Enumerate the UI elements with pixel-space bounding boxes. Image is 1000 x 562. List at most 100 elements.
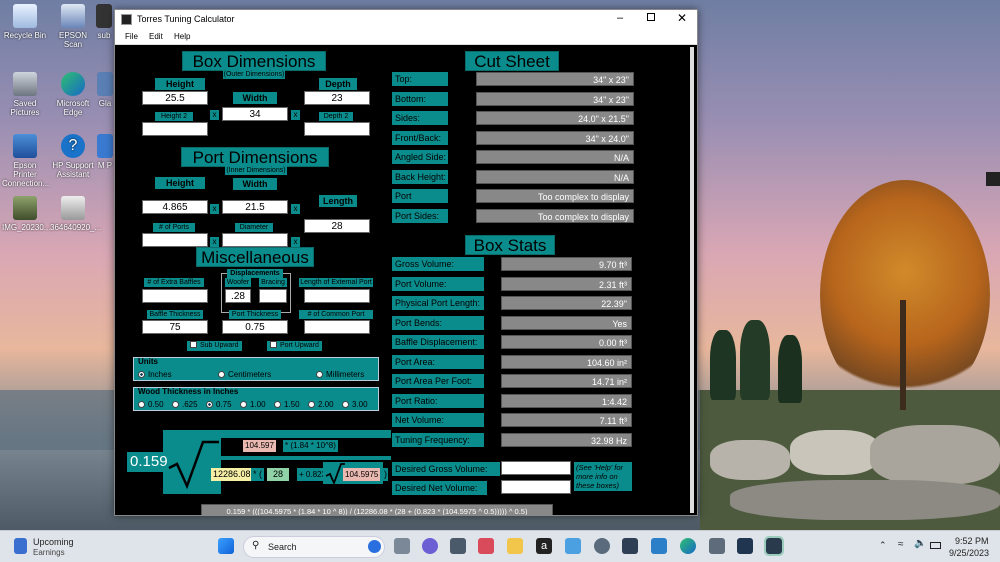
wifi-icon[interactable]: ≈	[898, 539, 904, 550]
desktop-icon-recycle-bin[interactable]: Recycle Bin	[2, 4, 48, 40]
menu-bar: File Edit Help	[115, 30, 697, 45]
box-depth2-input[interactable]	[304, 122, 370, 136]
desktop-icon-epson-scan[interactable]: EPSON Scan	[50, 4, 96, 49]
box-height2-input[interactable]	[142, 122, 208, 136]
file-explorer-icon[interactable]	[507, 538, 523, 554]
cut-sheet-row-label: Sides:	[392, 111, 448, 125]
calculator-icon[interactable]	[450, 538, 466, 554]
units-centimeters-radio[interactable]: Centimeters	[218, 370, 271, 379]
menu-help[interactable]: Help	[174, 32, 190, 41]
desktop-icon-img[interactable]: IMG_20230...	[2, 196, 50, 232]
desktop-icon-sub[interactable]: sub	[94, 4, 114, 40]
start-icon[interactable]	[218, 538, 234, 554]
battery-icon[interactable]	[930, 542, 941, 549]
maximize-button[interactable]	[647, 13, 655, 21]
desktop-icon-mp[interactable]: M P	[96, 134, 114, 170]
extra-baffles-input[interactable]	[142, 289, 208, 303]
units-millimeters-radio[interactable]: Millimeters	[316, 370, 364, 379]
multiply-sign: x	[210, 110, 219, 120]
clock-date[interactable]: 9/25/2023	[949, 548, 989, 558]
desktop-icon-hp-support[interactable]: ? HP Support Assistant	[50, 134, 96, 179]
units-title: Units	[138, 357, 158, 366]
baffle-thickness-input[interactable]: 75	[142, 320, 208, 334]
woofer-input[interactable]: .28	[225, 289, 251, 303]
box-stats-heading: Box Stats	[465, 235, 555, 255]
widget-title[interactable]: Upcoming	[33, 537, 74, 547]
task-view-icon[interactable]	[394, 538, 410, 554]
port-width-input[interactable]: 21.5	[222, 200, 288, 214]
app-icon[interactable]	[737, 538, 753, 554]
torres-calculator-taskbar-icon[interactable]	[764, 536, 784, 556]
box-stats-row-label: Tuning Frequency:	[392, 432, 484, 447]
image-icon	[61, 196, 85, 220]
external-port-input[interactable]	[304, 289, 370, 303]
desktop-icon-saved-pictures[interactable]: Saved Pictures	[2, 72, 48, 117]
radio-unselected	[240, 401, 247, 408]
photos-icon[interactable]	[565, 538, 581, 554]
desktop-icon-364640920[interactable]: 364640920_...	[50, 196, 101, 232]
settings-icon[interactable]	[594, 538, 610, 554]
box-stats-row-value: 22.39"	[501, 296, 632, 310]
desktop-icon-edge[interactable]: Microsoft Edge	[50, 72, 96, 117]
units-group: Units Inches Centimeters Millimeters	[133, 357, 379, 381]
search-box[interactable]: ⚲ Search	[243, 536, 385, 558]
box-height-input[interactable]: 25.5	[142, 91, 208, 105]
box-stats-row-value: 9.70 ft³	[501, 257, 632, 271]
desktop-icon-gla[interactable]: Gla	[96, 72, 114, 108]
cut-sheet-row-label: Port Top/Bottom:	[392, 189, 448, 215]
desktop-icon-epson-printer[interactable]: Epson Printer Connection...	[2, 134, 49, 188]
box-stats-row-label: Gross Volume:	[392, 257, 484, 271]
amazon-icon[interactable]: a	[536, 538, 552, 554]
sub-upward-checkbox[interactable]: Sub Upward	[187, 341, 242, 351]
port-thickness-input[interactable]: 0.75	[222, 320, 288, 334]
wood-200-radio[interactable]: 2.00	[308, 400, 334, 409]
wood-150-radio[interactable]: 1.50	[274, 400, 300, 409]
teams-icon[interactable]	[422, 538, 438, 554]
units-inches-radio[interactable]: Inches	[138, 370, 172, 379]
title-bar: Torres Tuning Calculator – ✕	[115, 10, 697, 30]
port-upward-checkbox[interactable]: Port Upward	[267, 341, 322, 351]
radio-unselected	[342, 401, 349, 408]
box-width-label: Width	[233, 92, 277, 104]
ports-count-input[interactable]	[142, 233, 208, 247]
camera-icon	[13, 72, 37, 96]
box-depth-input[interactable]: 23	[304, 91, 370, 105]
chevron-up-icon[interactable]: ⌃	[879, 540, 887, 551]
bracing-input[interactable]	[259, 289, 287, 303]
window-title: Torres Tuning Calculator	[137, 14, 235, 24]
cut-sheet-row-value: 34" x 24.0"	[476, 130, 634, 145]
search-label: Search	[268, 542, 297, 552]
edge-icon[interactable]	[680, 538, 696, 554]
clock-time[interactable]: 9:52 PM	[955, 536, 989, 546]
close-button[interactable]: ✕	[677, 11, 687, 25]
port-height-input[interactable]: 4.865	[142, 200, 208, 214]
multiply-sign: x	[291, 110, 300, 120]
app-icon[interactable]	[622, 538, 638, 554]
diameter-input[interactable]	[222, 233, 288, 247]
radio-unselected	[308, 401, 315, 408]
wood-100-radio[interactable]: 1.00	[240, 400, 266, 409]
minimize-button[interactable]: –	[617, 12, 623, 24]
scrollbar[interactable]	[690, 47, 694, 513]
port-length-input[interactable]: 28	[304, 219, 370, 233]
wood-050-radio[interactable]: 0.50	[138, 400, 164, 409]
store-icon[interactable]	[478, 538, 494, 554]
desired-net-input[interactable]	[501, 480, 571, 494]
wood-075-radio[interactable]: 0.75	[206, 400, 232, 409]
menu-file[interactable]: File	[125, 32, 138, 41]
wood-0625-radio[interactable]: .625	[172, 400, 198, 409]
box-width-input[interactable]: 34	[222, 107, 288, 121]
box-stats-row-label: Baffle Displacement:	[392, 335, 484, 349]
cut-sheet-row-label: Bottom:	[392, 91, 448, 106]
box-stats-row-label: Port Ratio:	[392, 393, 484, 408]
box-stats-row-value: 104.60 in²	[501, 354, 632, 369]
camera-icon[interactable]	[709, 538, 725, 554]
common-walls-input[interactable]	[304, 320, 370, 334]
wood-300-radio[interactable]: 3.00	[342, 400, 368, 409]
menu-edit[interactable]: Edit	[149, 32, 163, 41]
desired-gross-input[interactable]	[501, 461, 571, 475]
cut-sheet-row-value: 34" x 23"	[476, 72, 634, 86]
bing-icon	[368, 540, 381, 553]
monitor-icon[interactable]	[651, 538, 667, 554]
volume-icon[interactable]: 🔈	[914, 538, 926, 549]
